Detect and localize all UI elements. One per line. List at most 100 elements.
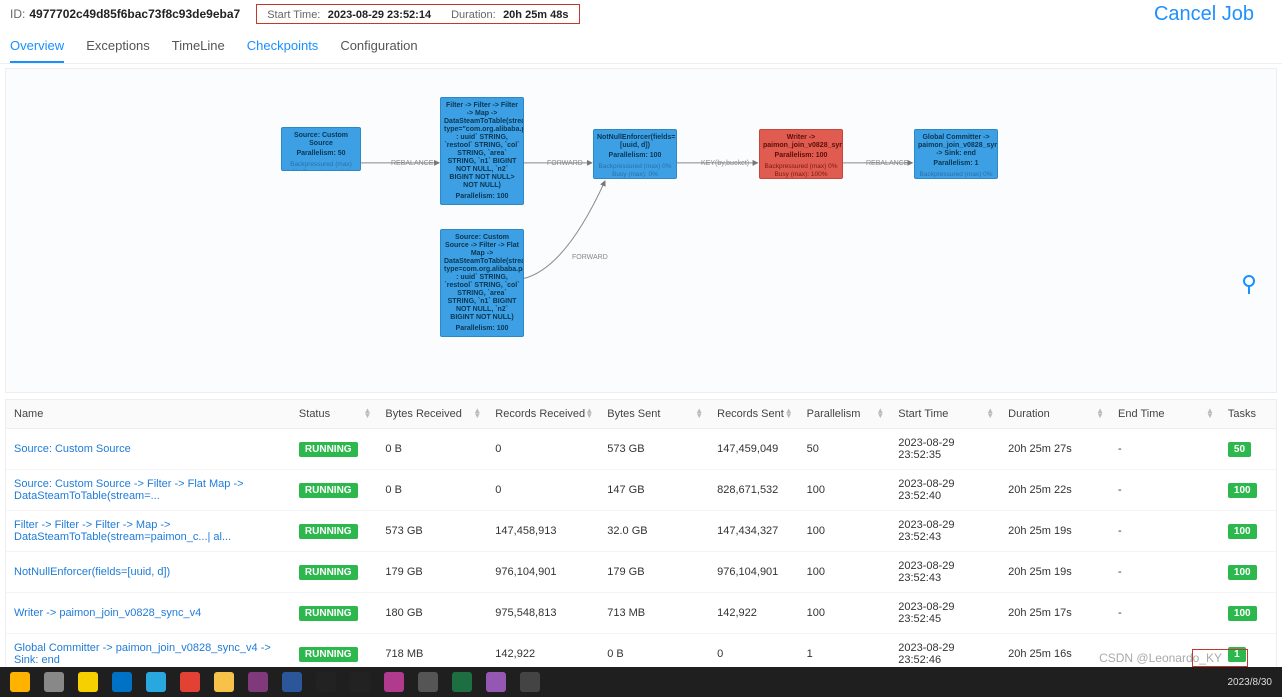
col-header-end[interactable]: End Time▲▼ bbox=[1110, 400, 1220, 429]
node-meta: Backpressured (max) 0% Busy (max): 0% bbox=[597, 163, 673, 178]
taskbar-excel-icon[interactable] bbox=[446, 669, 478, 695]
operator-name-link[interactable]: Source: Custom Source bbox=[14, 443, 131, 455]
tab-configuration[interactable]: Configuration bbox=[340, 34, 417, 63]
taskbar-app-1-icon[interactable] bbox=[480, 669, 512, 695]
sort-caret-icon[interactable]: ▲▼ bbox=[363, 409, 371, 419]
table-row[interactable]: Filter -> Filter -> Filter -> Map -> Dat… bbox=[6, 511, 1276, 552]
node-parallelism: Parallelism: 50 bbox=[285, 150, 357, 158]
tab-checkpoints[interactable]: Checkpoints bbox=[247, 34, 319, 63]
taskbar-onenote-icon[interactable] bbox=[242, 669, 274, 695]
map-pin-icon[interactable] bbox=[1242, 274, 1256, 294]
cell-rec_sent: 147,459,049 bbox=[709, 429, 799, 470]
sort-caret-icon[interactable]: ▲▼ bbox=[1096, 409, 1104, 419]
cell-parallelism: 100 bbox=[799, 552, 891, 593]
taskbar-word-icon[interactable] bbox=[276, 669, 308, 695]
node-meta: Backpressured (max) 0% Busy (max): 100% bbox=[763, 163, 839, 178]
col-header-status[interactable]: Status▲▼ bbox=[291, 400, 377, 429]
graph-node-n1[interactable]: Source: Custom SourceParallelism: 50Back… bbox=[281, 127, 361, 171]
cell-end: - bbox=[1110, 511, 1220, 552]
node-parallelism: Parallelism: 100 bbox=[444, 325, 520, 333]
operator-name-link[interactable]: Source: Custom Source -> Filter -> Flat … bbox=[14, 478, 244, 502]
sort-caret-icon[interactable]: ▲▼ bbox=[876, 409, 884, 419]
windows-taskbar[interactable]: 2023/8/30 bbox=[0, 667, 1282, 697]
node-parallelism: Parallelism: 100 bbox=[763, 152, 839, 160]
node-title: Filter -> Filter -> Filter -> Map -> Dat… bbox=[444, 102, 520, 191]
sort-caret-icon[interactable]: ▲▼ bbox=[785, 409, 793, 419]
graph-node-n4[interactable]: Writer -> paimon_join_v0828_sync_v4Paral… bbox=[759, 129, 843, 179]
cell-parallelism: 100 bbox=[799, 470, 891, 511]
taskbar-chrome-icon[interactable] bbox=[174, 669, 206, 695]
cell-parallelism: 50 bbox=[799, 429, 891, 470]
cell-start: 2023-08-29 23:52:45 bbox=[890, 593, 1000, 634]
col-header-rec_sent[interactable]: Records Sent▲▼ bbox=[709, 400, 799, 429]
tasks-badge[interactable]: 100 bbox=[1228, 606, 1257, 621]
table-row[interactable]: Source: Custom SourceRUNNING0 B0573 GB14… bbox=[6, 429, 1276, 470]
cancel-job-button[interactable]: Cancel Job bbox=[1154, 3, 1272, 26]
tasks-badge[interactable]: 100 bbox=[1228, 483, 1257, 498]
taskbar-notepad-icon[interactable] bbox=[72, 669, 104, 695]
taskbar-start-icon[interactable] bbox=[4, 669, 36, 695]
col-header-bytes_recv[interactable]: Bytes Received▲▼ bbox=[377, 400, 487, 429]
tasks-badge[interactable]: 100 bbox=[1228, 524, 1257, 539]
sort-caret-icon[interactable]: ▲▼ bbox=[695, 409, 703, 419]
taskbar-date: 2023/8/30 bbox=[1228, 677, 1273, 688]
cell-bytes_recv: 573 GB bbox=[377, 511, 487, 552]
taskbar-edge-icon[interactable] bbox=[140, 669, 172, 695]
sort-caret-icon[interactable]: ▲▼ bbox=[473, 409, 481, 419]
sort-caret-icon[interactable]: ▲▼ bbox=[585, 409, 593, 419]
job-id-value: 4977702c49d85f6bac73f8c93de9eba7 bbox=[29, 7, 240, 21]
table-row[interactable]: Writer -> paimon_join_v0828_sync_v4 RUNNI… bbox=[6, 593, 1276, 634]
taskbar-text-icon[interactable] bbox=[412, 669, 444, 695]
sort-caret-icon[interactable]: ▲▼ bbox=[1206, 409, 1214, 419]
col-header-rec_recv[interactable]: Records Received▲▼ bbox=[487, 400, 599, 429]
cell-end: - bbox=[1110, 429, 1220, 470]
cell-bytes_sent: 32.0 GB bbox=[599, 511, 709, 552]
col-header-bytes_sent[interactable]: Bytes Sent▲▼ bbox=[599, 400, 709, 429]
col-header-parallelism[interactable]: Parallelism▲▼ bbox=[799, 400, 891, 429]
cell-rec_sent: 142,922 bbox=[709, 593, 799, 634]
tab-timeline[interactable]: TimeLine bbox=[172, 34, 225, 63]
status-badge: RUNNING bbox=[299, 606, 358, 621]
taskbar-outlook-icon[interactable] bbox=[106, 669, 138, 695]
graph-node-n2[interactable]: Filter -> Filter -> Filter -> Map -> Dat… bbox=[440, 97, 524, 205]
taskbar-clock[interactable]: 2023/8/30 bbox=[1228, 677, 1279, 688]
col-header-duration[interactable]: Duration▲▼ bbox=[1000, 400, 1110, 429]
tasks-badge[interactable]: 100 bbox=[1228, 565, 1257, 580]
taskbar-terminal-1-icon[interactable] bbox=[310, 669, 342, 695]
table-row[interactable]: NotNullEnforcer(fields=[uuid, d])RUNNING… bbox=[6, 552, 1276, 593]
job-graph[interactable]: Source: Custom SourceParallelism: 50Back… bbox=[5, 68, 1277, 393]
col-header-start[interactable]: Start Time▲▼ bbox=[890, 400, 1000, 429]
graph-node-n5[interactable]: Global Committer -> paimon_join_v0828_sy… bbox=[914, 129, 998, 179]
cell-bytes_sent: 147 GB bbox=[599, 470, 709, 511]
tasks-badge[interactable]: 50 bbox=[1228, 442, 1251, 457]
graph-node-n6[interactable]: Source: Custom Source -> Filter -> Flat … bbox=[440, 229, 524, 337]
tab-bar: Overview Exceptions TimeLine Checkpoints Con… bbox=[0, 24, 1282, 64]
table-row[interactable]: Source: Custom Source -> Filter -> Flat … bbox=[6, 470, 1276, 511]
cell-start: 2023-08-29 23:52:35 bbox=[890, 429, 1000, 470]
taskbar-task-view-icon[interactable] bbox=[38, 669, 70, 695]
cell-parallelism: 100 bbox=[799, 511, 891, 552]
taskbar-terminal-2-icon[interactable] bbox=[344, 669, 376, 695]
operator-name-link[interactable]: NotNullEnforcer(fields=[uuid, d]) bbox=[14, 566, 170, 578]
cell-start: 2023-08-29 23:52:43 bbox=[890, 511, 1000, 552]
taskbar-intellij-icon[interactable] bbox=[378, 669, 410, 695]
operator-name-link[interactable]: Global Committer -> paimon_join_v0828_sy… bbox=[14, 642, 271, 666]
sort-caret-icon[interactable]: ▲▼ bbox=[986, 409, 994, 419]
cell-duration: 20h 25m 22s bbox=[1000, 470, 1110, 511]
operator-name-link[interactable]: Filter -> Filter -> Filter -> Map -> Dat… bbox=[14, 519, 231, 543]
time-highlight-box: Start Time: 2023-08-29 23:52:14 Duration… bbox=[256, 4, 579, 24]
node-meta: Backpressured (max) 0% Busy (max): 0% bbox=[918, 171, 994, 179]
operator-name-link[interactable]: Writer -> paimon_join_v0828_sync_v4 bbox=[14, 607, 201, 619]
col-header-name: Name bbox=[6, 400, 291, 429]
status-badge: RUNNING bbox=[299, 442, 358, 457]
node-meta: Backpressured (max) 0% Busy (max): 0% bbox=[444, 204, 520, 205]
tab-overview[interactable]: Overview bbox=[10, 34, 64, 63]
cell-bytes_recv: 0 B bbox=[377, 429, 487, 470]
graph-node-n3[interactable]: NotNullEnforcer(fields=[uuid, d])Paralle… bbox=[593, 129, 677, 179]
taskbar-calculator-icon[interactable] bbox=[514, 669, 546, 695]
edge-label: REBALANCE bbox=[391, 160, 433, 167]
node-title: NotNullEnforcer(fields=[uuid, d]) bbox=[597, 134, 673, 150]
taskbar-file-explorer-icon[interactable] bbox=[208, 669, 240, 695]
tab-exceptions[interactable]: Exceptions bbox=[86, 34, 150, 63]
cell-bytes_recv: 179 GB bbox=[377, 552, 487, 593]
